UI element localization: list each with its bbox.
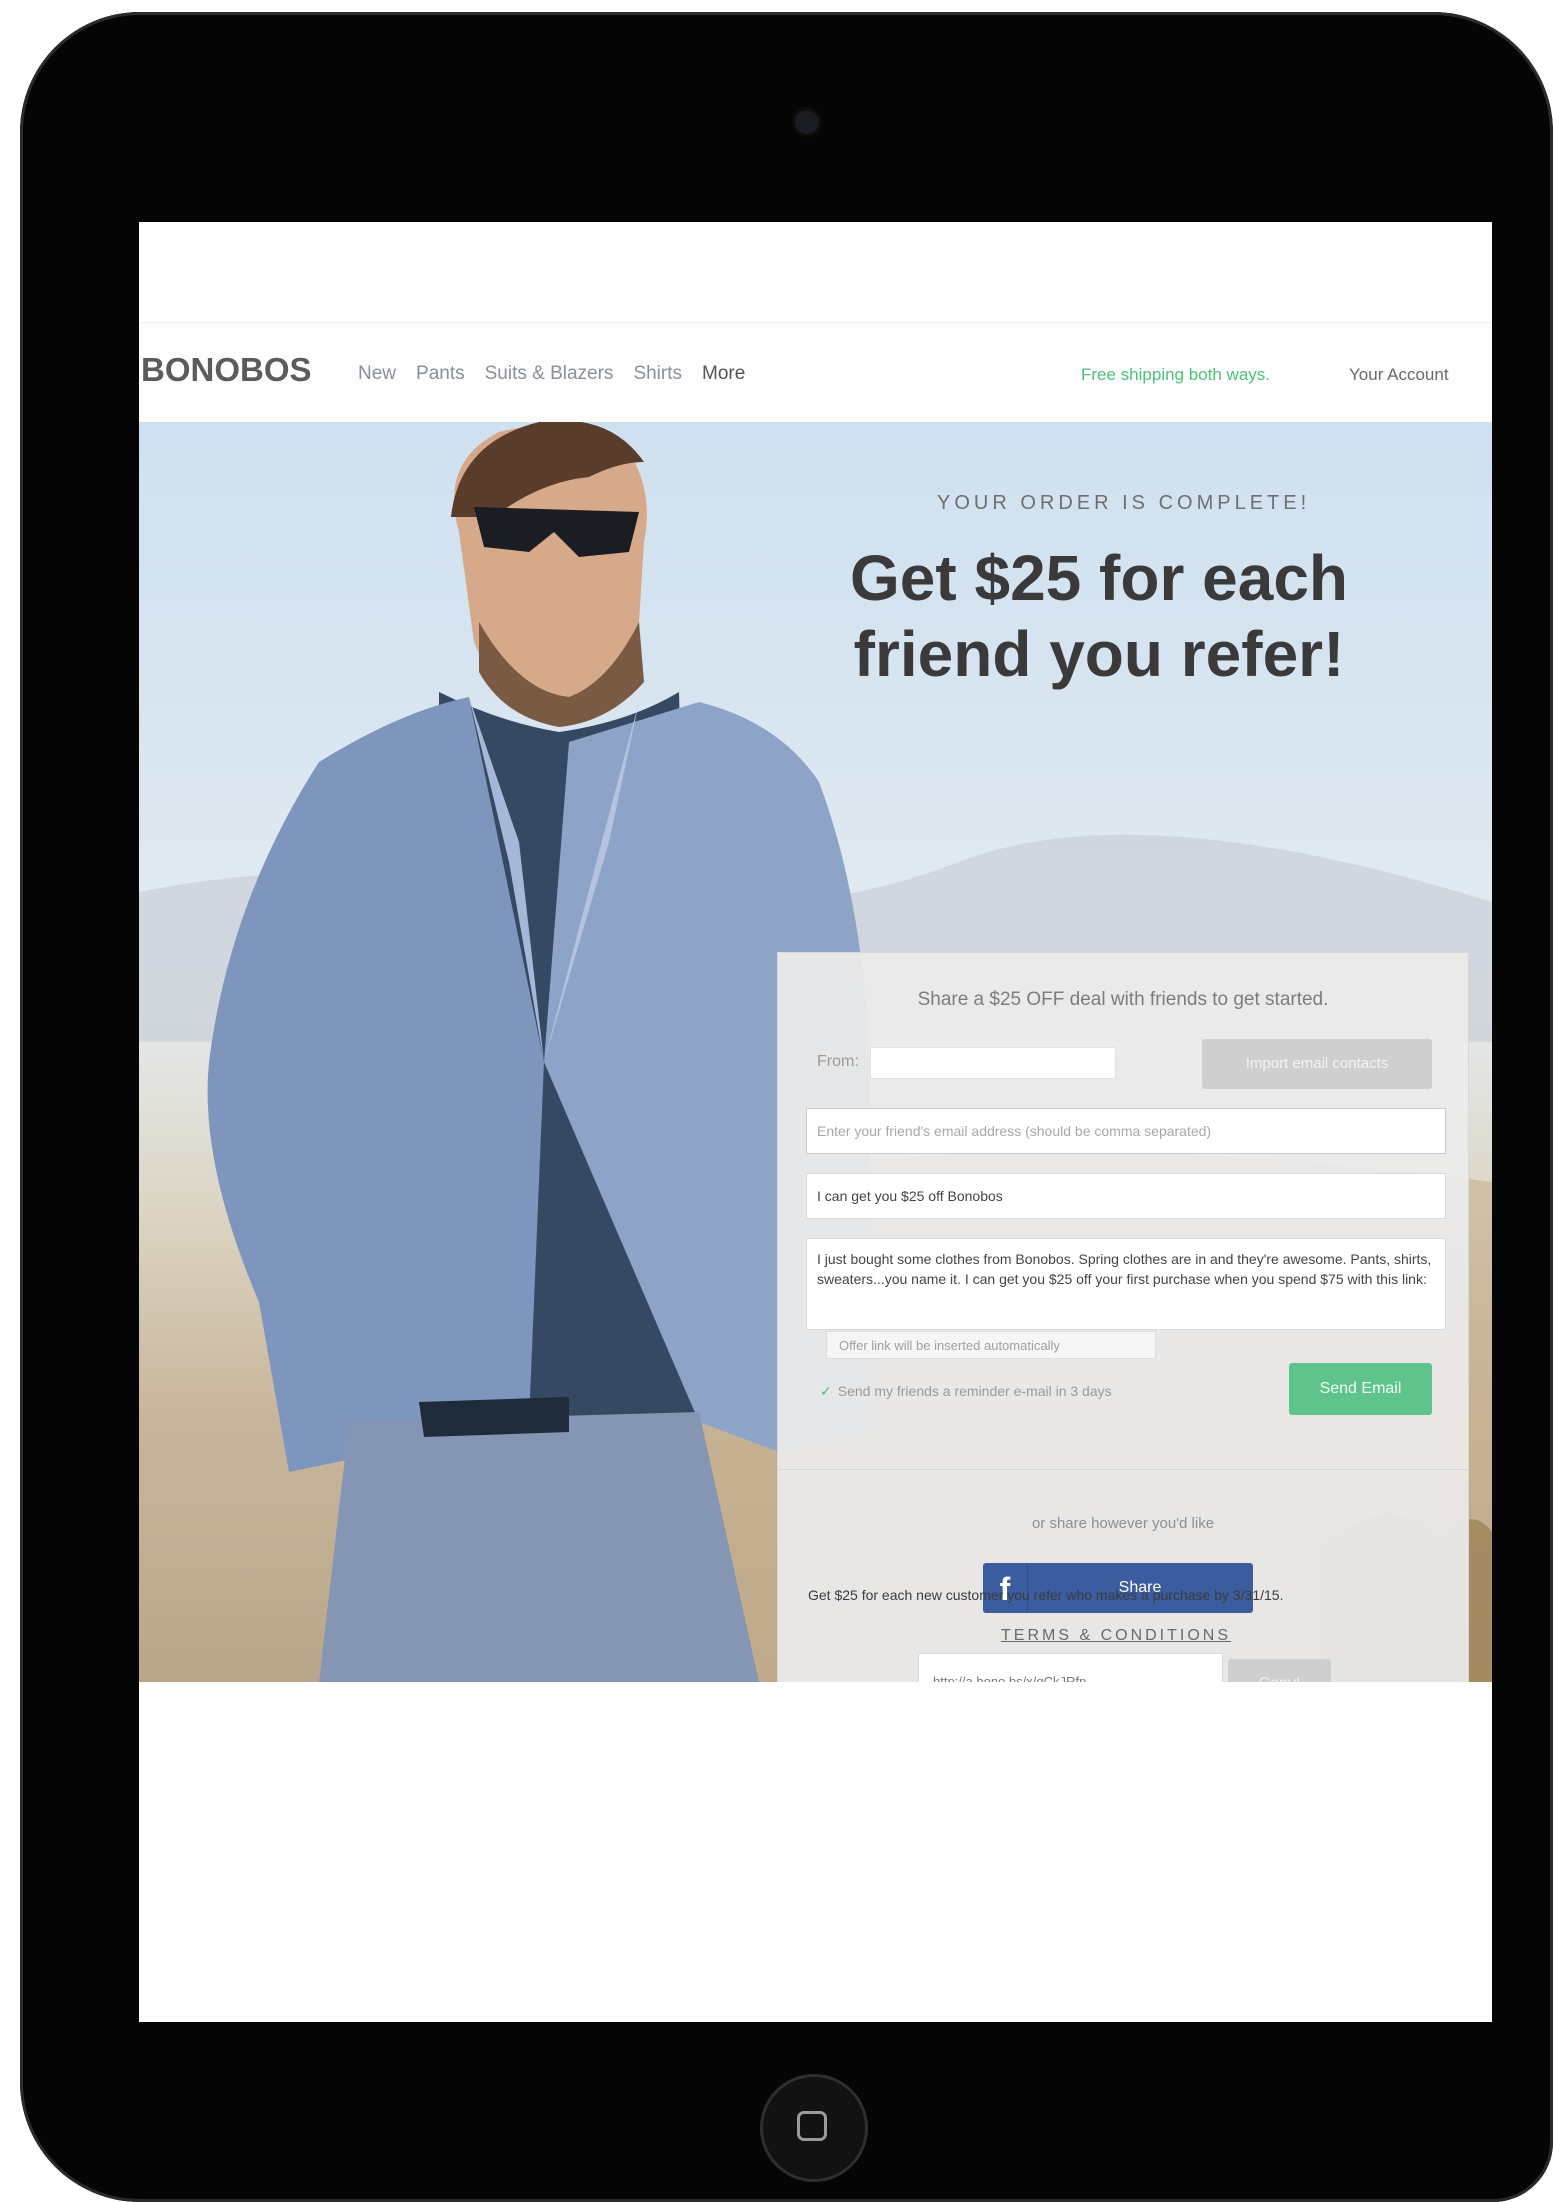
panel-subtitle: Share a $25 OFF deal with friends to get… (917, 989, 1329, 1010)
terms-conditions-link[interactable]: TERMS & CONDITIONS (1001, 1627, 1231, 1645)
share-link-field[interactable]: http://a.bono.bs/x/qCkJRfp (918, 1653, 1223, 1682)
nav-item-suits-blazers[interactable]: Suits & Blazers (485, 363, 614, 385)
panel-divider (778, 1469, 1468, 1470)
friend-emails-field[interactable]: Enter your friend's email address (shoul… (806, 1108, 1446, 1154)
referral-terms-note: Get $25 for each new customer you refer … (808, 1587, 1284, 1603)
copy-link-button[interactable]: Copy! (1228, 1659, 1331, 1682)
email-message-field[interactable]: I just bought some clothes from Bonobos.… (806, 1238, 1446, 1330)
offer-link-note: Offer link will be inserted automaticall… (826, 1331, 1156, 1359)
reminder-checkbox[interactable]: ✓ Send my friends a reminder e-mail in 3 … (820, 1383, 1112, 1400)
nav-item-pants[interactable]: Pants (416, 363, 465, 385)
email-subject-field[interactable]: I can get you $25 off Bonobos (806, 1173, 1446, 1219)
nav-item-more[interactable]: More (702, 363, 745, 385)
brand-logo[interactable]: BONOBOS (141, 351, 312, 389)
referral-headline: Get $25 for each friend you refer! (850, 542, 1348, 690)
home-button[interactable] (760, 2074, 868, 2182)
site-header: BONOBOS New Pants Suits & Blazers Shirts… (139, 322, 1492, 423)
import-contacts-button[interactable]: Import email contacts (1202, 1039, 1432, 1089)
order-complete-eyebrow: YOUR ORDER IS COMPLETE! (937, 492, 1311, 514)
main-nav: New Pants Suits & Blazers Shirts More (358, 363, 745, 385)
nav-item-shirts[interactable]: Shirts (633, 363, 682, 385)
ipad-frame: BONOBOS New Pants Suits & Blazers Shirts… (20, 12, 1553, 2202)
browser-screen: BONOBOS New Pants Suits & Blazers Shirts… (139, 222, 1492, 2022)
reminder-label: Send my friends a reminder e-mail in 3 d… (837, 1383, 1112, 1399)
from-label: From: (817, 1053, 859, 1070)
home-square-icon (797, 2111, 827, 2141)
share-however-text: or share however you'd like (1031, 1515, 1215, 1532)
checkmark-icon: ✓ (820, 1383, 832, 1399)
camera-icon (795, 110, 819, 134)
free-shipping-promo[interactable]: Free shipping both ways. (1081, 365, 1270, 385)
hero-section: YOUR ORDER IS COMPLETE! Get $25 for each… (139, 422, 1492, 1682)
send-email-button[interactable]: Send Email (1289, 1363, 1432, 1415)
nav-item-new[interactable]: New (358, 363, 396, 385)
account-link[interactable]: Your Account (1349, 365, 1449, 385)
referral-panel: Share a $25 OFF deal with friends to get… (777, 952, 1469, 1682)
from-field[interactable] (870, 1047, 1116, 1079)
